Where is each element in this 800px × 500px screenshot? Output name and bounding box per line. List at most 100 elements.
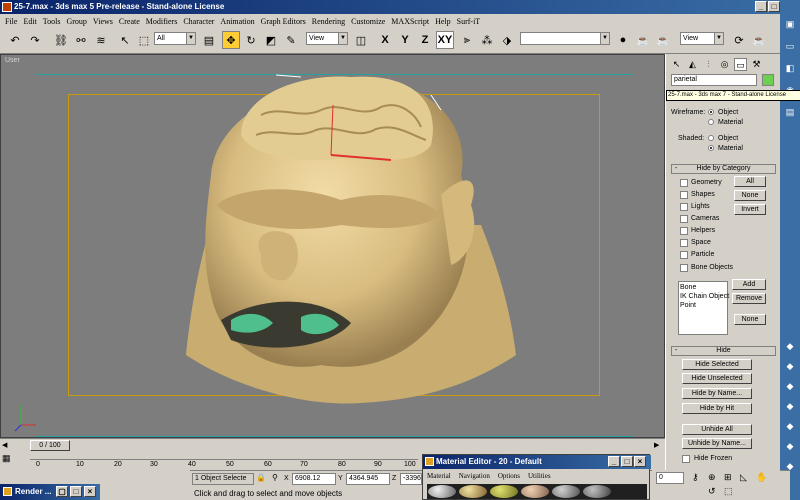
select-manipulate-icon[interactable]: ✎ [282,31,300,49]
material-sphere[interactable] [521,485,549,498]
explorer-icon[interactable]: ◧ [784,62,796,74]
material-editor-window[interactable]: Material Editor - 20 - Default _ □ × Mat… [422,454,651,500]
modify-tab-icon[interactable]: ◭ [686,58,699,71]
unhide-all-button[interactable]: Unhide All [682,424,752,435]
key-mode-icon[interactable]: ⚷ [692,472,699,483]
frame-field[interactable]: 0 [656,472,684,484]
unhide-by-name-button[interactable]: Unhide by Name... [682,438,752,449]
none-button[interactable]: None [734,190,766,201]
arc-rotate-icon[interactable]: ↺ [708,486,716,497]
z-coordinate-field[interactable]: -3396.5 [400,473,422,485]
minimize-button[interactable]: _ [755,1,767,12]
quick-render-icon[interactable]: ☕ [654,31,672,49]
hide-frozen-checkbox[interactable] [682,455,690,463]
menu-edit[interactable]: Edit [20,17,39,26]
ogre-head-model[interactable] [1,55,666,439]
all-button[interactable]: All [734,176,766,187]
menu-animation[interactable]: Animation [217,17,257,26]
render-window-taskbar[interactable]: Render ... ▢ □ × [0,484,100,500]
utilities-tab-icon[interactable]: ⚒ [750,58,763,71]
object-color-swatch[interactable] [762,74,774,86]
tray-icon[interactable]: ◆ [784,360,796,372]
tray-icon[interactable]: ◆ [784,440,796,452]
scale-icon[interactable]: ◩ [262,31,280,49]
particle-checkbox[interactable] [680,251,688,259]
menu-graph-editors[interactable]: Graph Editors [258,17,309,26]
named-selection-dropdown[interactable]: ▼ [520,32,610,45]
category-list[interactable]: Bone IK Chain Object Point [678,281,729,335]
align-icon[interactable]: ⬗ [498,31,516,49]
menu-material[interactable]: Material [427,472,451,480]
bind-space-warp-icon[interactable]: ≋ [92,31,110,49]
hide-selected-button[interactable]: Hide Selected [682,359,752,370]
lock-icon[interactable]: 🔒 [256,473,266,482]
rotate-icon[interactable]: ↻ [242,31,260,49]
window-icon[interactable]: ▤ [784,106,796,118]
object-name-field[interactable]: parietal [671,74,757,86]
select-object-icon[interactable]: ↖ [116,31,134,49]
space-checkbox[interactable] [680,239,688,247]
menu-views[interactable]: Views [90,17,116,26]
maximize-button[interactable]: □ [70,486,82,497]
axis-y-button[interactable]: Y [396,31,414,49]
window-title-bar[interactable]: 25-7.max - 3ds max 5 Pre-release - Stand… [0,0,800,14]
menu-customize[interactable]: Customize [348,17,388,26]
hierarchy-tab-icon[interactable]: ⫶ [702,58,715,71]
menu-rendering[interactable]: Rendering [309,17,348,26]
material-editor-title-bar[interactable]: Material Editor - 20 - Default _ □ × [423,455,651,469]
lights-checkbox[interactable] [680,203,688,211]
undo-icon[interactable]: ↶ [6,31,24,49]
render-type-dropdown[interactable]: View ▼ [680,32,724,45]
transform-type-in-icon[interactable]: ⚲ [272,473,278,482]
link-icon[interactable]: ⛓ [52,31,70,49]
ref-coord-dropdown[interactable]: View ▼ [306,32,348,45]
user-viewport[interactable]: User [0,54,665,438]
menu-modifiers[interactable]: Modifiers [143,17,181,26]
geometry-checkbox[interactable] [680,179,688,187]
render-scene-icon[interactable]: ☕ [634,31,652,49]
folder-icon[interactable]: ▭ [784,40,796,52]
close-button[interactable]: × [84,486,96,497]
wireframe-object-radio[interactable] [708,109,714,115]
material-sphere[interactable] [459,485,487,498]
unlink-icon[interactable]: ⚯ [72,31,90,49]
shaded-material-radio[interactable] [708,145,714,151]
helpers-checkbox[interactable] [680,227,688,235]
zoom-icon[interactable]: ⊕ [708,472,716,483]
quicklaunch-icon[interactable]: ▣ [784,18,796,30]
maximize-button[interactable]: □ [768,1,780,12]
list-item[interactable]: Point [680,301,696,310]
create-tab-icon[interactable]: ↖ [670,58,683,71]
array-icon[interactable]: ⁂ [478,31,496,49]
restore-button[interactable]: ▢ [56,486,68,497]
menu-utilities[interactable]: Utilities [528,472,551,480]
display-tab-icon[interactable]: ▭ [734,58,747,71]
time-slider-thumb[interactable]: 0 / 100 [30,440,70,451]
menu-maxscript[interactable]: MAXScript [388,17,432,26]
material-sphere[interactable] [583,485,611,498]
render-last-icon[interactable]: ⟳ [730,31,748,49]
bone-objects-checkbox[interactable] [680,264,688,272]
cameras-checkbox[interactable] [680,215,688,223]
hide-by-hit-button[interactable]: Hide by Hit [682,403,752,414]
tray-icon[interactable]: ◆ [784,380,796,392]
menu-navigation[interactable]: Navigation [459,472,490,480]
material-sphere[interactable] [490,485,518,498]
shaded-object-radio[interactable] [708,135,714,141]
hide-by-category-rollout[interactable]: - Hide by Category [671,164,776,174]
axis-x-button[interactable]: X [376,31,394,49]
x-coordinate-field[interactable]: 6908.12 [292,473,336,485]
wireframe-material-radio[interactable] [708,119,714,125]
menu-character[interactable]: Character [180,17,217,26]
maximize-button[interactable]: □ [621,456,633,467]
axis-xy-button[interactable]: XY [436,31,454,49]
close-button[interactable]: × [634,456,646,467]
time-slider-track[interactable]: 0 / 100 ◀ ▶ [0,438,665,452]
list-item[interactable]: Bone [680,283,696,292]
remove-button[interactable]: Remove [732,293,766,304]
invert-button[interactable]: Invert [734,204,766,215]
select-by-name-icon[interactable]: ▤ [200,31,218,49]
zoom-extents-icon[interactable]: ⊞ [724,472,732,483]
motion-tab-icon[interactable]: ◎ [718,58,731,71]
pan-icon[interactable]: ✋ [756,472,767,483]
